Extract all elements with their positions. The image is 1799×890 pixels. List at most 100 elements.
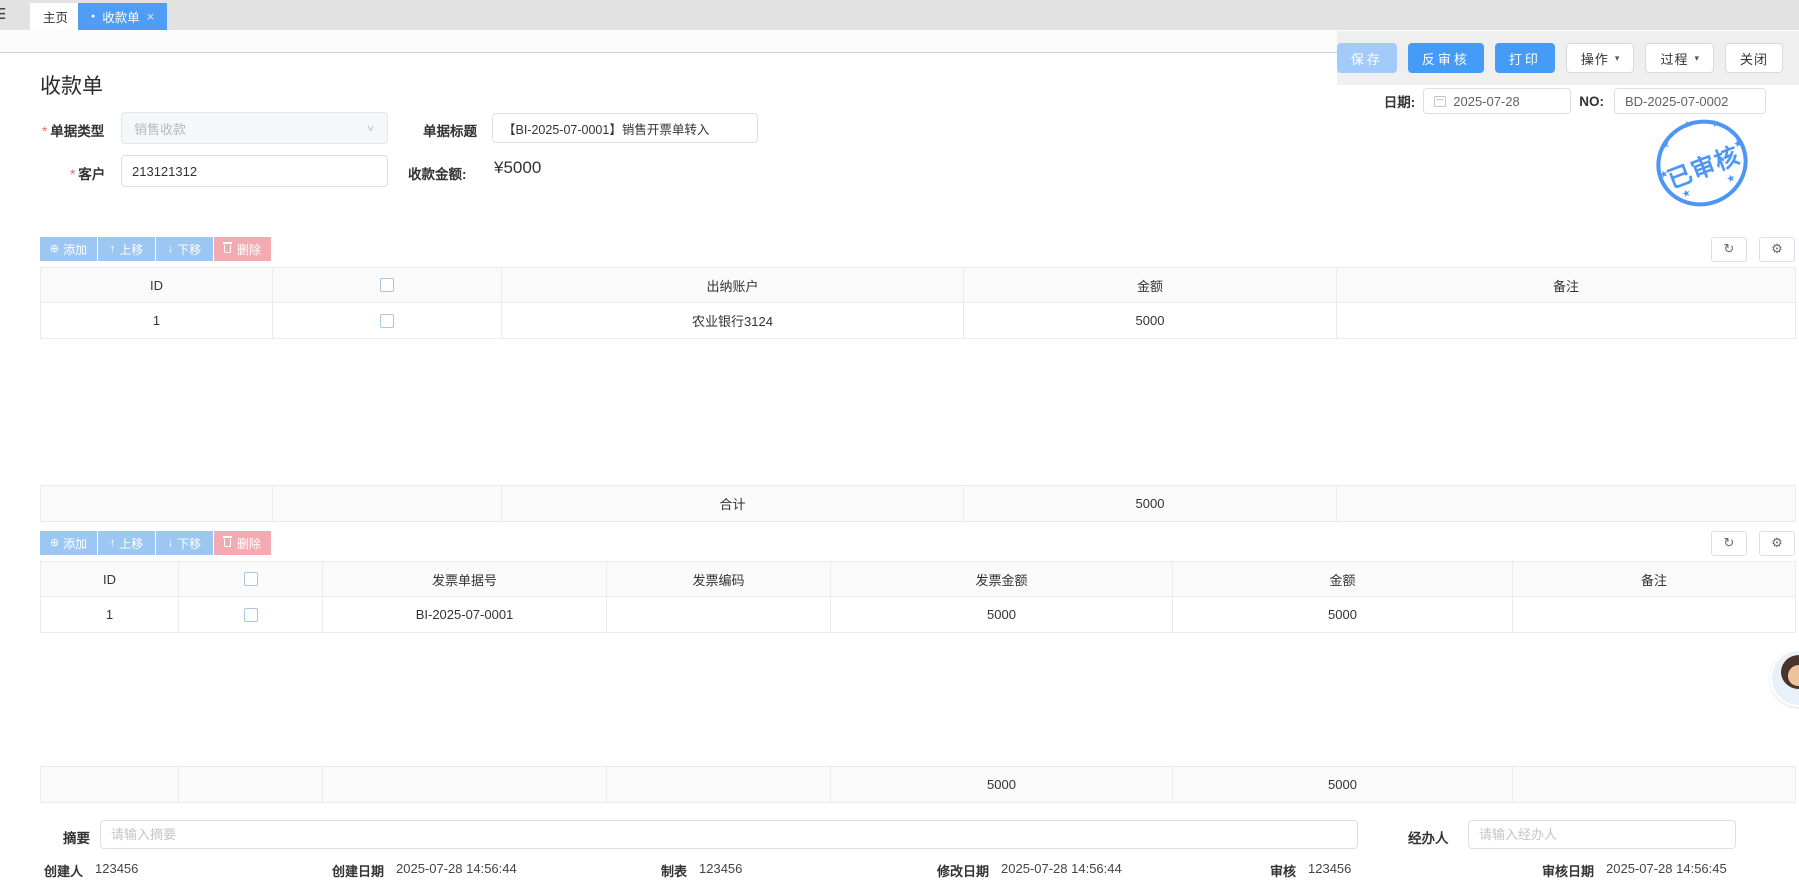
date-input[interactable] (1453, 94, 1560, 109)
no-field[interactable] (1614, 88, 1766, 114)
calendar-icon (1434, 96, 1446, 107)
avatar-face (1788, 665, 1799, 686)
total-row: 合计 5000 (41, 486, 1796, 522)
customer-input[interactable] (121, 155, 388, 187)
move-up-button[interactable]: ↑ 上移 (98, 237, 155, 261)
grid-settings-button[interactable]: ⚙ (1759, 237, 1795, 262)
tab-home-label: 主页 (43, 7, 68, 26)
grid-settings-button[interactable]: ⚙ (1759, 531, 1795, 556)
col-header-account: 出纳账户 (502, 268, 964, 303)
cell-invoice-amount[interactable]: 5000 (831, 597, 1173, 633)
trash-icon (224, 245, 231, 253)
footer-audit-date: 审核日期 2025-07-28 14:56:45 (1542, 861, 1727, 880)
refresh-button[interactable]: ↻ (1711, 237, 1747, 262)
cell-remark[interactable] (1513, 597, 1796, 633)
refresh-icon: ↻ (1724, 535, 1735, 551)
doc-type-select[interactable]: 销售收款 ∨ (121, 112, 388, 144)
arrow-down-icon: ↓ (168, 538, 174, 549)
gear-icon: ⚙ (1771, 241, 1783, 257)
required-marker: * (42, 124, 47, 139)
print-button[interactable]: 打印 (1495, 43, 1555, 73)
col-header-remark: 备注 (1513, 562, 1796, 597)
row-checkbox[interactable] (380, 314, 394, 328)
date-field[interactable] (1423, 88, 1571, 114)
cell-amount[interactable]: 5000 (964, 303, 1337, 339)
summary-label: 摘要 (63, 827, 90, 847)
customer-label: *客户 (70, 163, 105, 183)
select-all-checkbox[interactable] (244, 572, 258, 586)
account-grid-section: ⊕ 添加 ↑ 上移 ↓ 下移 删除 ↻ ⚙ (40, 237, 1795, 522)
date-label: 日期: (1384, 91, 1416, 111)
save-button[interactable]: 保存 (1337, 43, 1397, 73)
arrow-up-icon: ↑ (110, 244, 116, 255)
delete-row-button[interactable]: 删除 (214, 237, 271, 261)
amount-value: ¥5000 (494, 158, 541, 178)
cell-invoice-code[interactable] (607, 597, 831, 633)
doc-type-label: *单据类型 (42, 120, 104, 140)
delete-row-button[interactable]: 删除 (214, 531, 271, 555)
chevron-down-icon: ▾ (1615, 53, 1620, 64)
refresh-button[interactable]: ↻ (1711, 531, 1747, 556)
arrow-up-icon: ↑ (110, 538, 116, 549)
add-row-button[interactable]: ⊕ 添加 (40, 237, 97, 261)
add-row-button[interactable]: ⊕ 添加 (40, 531, 97, 555)
col-header-invoice-amount: 发票金额 (831, 562, 1173, 597)
header-row: ID 出纳账户 金额 备注 (41, 268, 1796, 303)
tab-receipt-label: 收款单 (102, 7, 140, 26)
required-marker: * (70, 167, 75, 182)
move-down-button[interactable]: ↓ 下移 (156, 531, 213, 555)
grid-right-tools: ↻ ⚙ (1711, 531, 1795, 556)
page-title: 收款单 (40, 70, 103, 100)
cell-remark[interactable] (1337, 303, 1796, 339)
total-amount: 5000 (1173, 767, 1513, 803)
operation-dropdown-button[interactable]: 操作 ▾ (1566, 43, 1635, 73)
agent-input[interactable] (1468, 820, 1736, 849)
refresh-icon: ↻ (1724, 241, 1735, 257)
col-header-checkbox (179, 562, 323, 597)
col-header-invoice-code: 发票编码 (607, 562, 831, 597)
agent-label: 经办人 (1408, 827, 1449, 847)
close-button[interactable]: 关闭 (1725, 43, 1783, 73)
gear-icon: ⚙ (1771, 535, 1783, 551)
tab-bar: ☰ 主页 ● 收款单 × (0, 0, 1799, 30)
no-input[interactable] (1625, 94, 1755, 109)
unaudit-button[interactable]: 反审核 (1408, 43, 1484, 73)
select-all-checkbox[interactable] (380, 278, 394, 292)
process-label: 过程 (1660, 49, 1688, 68)
move-down-button[interactable]: ↓ 下移 (156, 237, 213, 261)
col-header-checkbox (273, 268, 502, 303)
doc-type-value: 销售收款 (134, 119, 186, 138)
chevron-down-icon: ∨ (366, 123, 375, 134)
arrow-down-icon: ↓ (168, 244, 174, 255)
col-header-invoice-no: 发票单据号 (323, 562, 607, 597)
col-header-remark: 备注 (1337, 268, 1796, 303)
move-up-button[interactable]: ↑ 上移 (98, 531, 155, 555)
footer-creator: 创建人 123456 (44, 861, 138, 880)
doc-title-input[interactable] (492, 113, 758, 143)
operation-label: 操作 (1581, 49, 1609, 68)
grid-right-tools: ↻ ⚙ (1711, 237, 1795, 262)
tab-close-icon[interactable]: × (147, 9, 155, 24)
menu-icon[interactable]: ☰ (0, 5, 6, 23)
plus-icon: ⊕ (50, 244, 59, 255)
active-dot-icon: ● (91, 13, 95, 20)
tab-receipt-active[interactable]: ● 收款单 × (78, 3, 167, 30)
cell-checkbox (273, 303, 502, 339)
header-row: ID 发票单据号 发票编码 发票金额 金额 备注 (41, 562, 1796, 597)
account-grid-toolbar: ⊕ 添加 ↑ 上移 ↓ 下移 删除 ↻ ⚙ (40, 237, 1795, 261)
total-row: 5000 5000 (41, 767, 1796, 803)
cell-account[interactable]: 农业银行3124 (502, 303, 964, 339)
total-invoice-amount: 5000 (831, 767, 1173, 803)
tab-home[interactable]: 主页 (30, 3, 81, 30)
toolbar-buttons: ⊕ 添加 ↑ 上移 ↓ 下移 删除 (40, 237, 271, 261)
cell-amount[interactable]: 5000 (1173, 597, 1513, 633)
empty-area (41, 633, 1796, 767)
summary-input[interactable] (100, 820, 1358, 849)
row-checkbox[interactable] (244, 608, 258, 622)
col-header-amount: 金额 (964, 268, 1337, 303)
invoice-grid-section: ⊕ 添加 ↑ 上移 ↓ 下移 删除 ↻ ⚙ (40, 531, 1795, 803)
action-panel: 保存 反审核 打印 操作 ▾ 过程 ▾ 关闭 (1337, 31, 1799, 85)
cell-invoice-no[interactable]: BI-2025-07-0001 (323, 597, 607, 633)
process-dropdown-button[interactable]: 过程 ▾ (1645, 43, 1714, 73)
col-header-amount: 金额 (1173, 562, 1513, 597)
